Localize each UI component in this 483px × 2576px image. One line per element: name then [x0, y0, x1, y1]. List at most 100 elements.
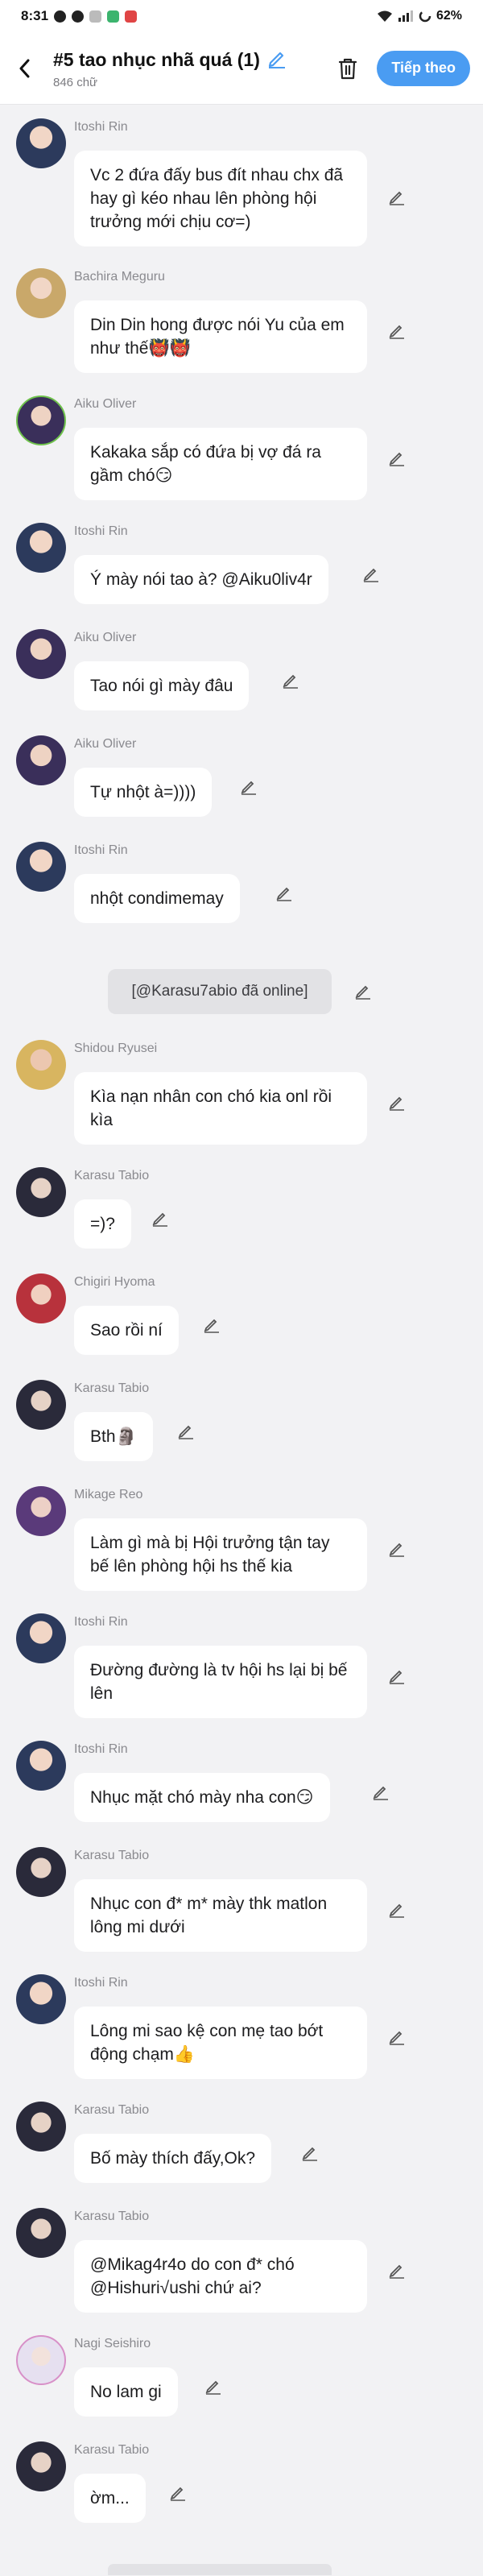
message-item: Aiku Oliver Tự nhột à=))))	[16, 735, 467, 819]
sender-name: Itoshi Rin	[74, 120, 128, 134]
facebook-icon	[72, 10, 85, 23]
edit-title-button[interactable]	[266, 48, 287, 72]
avatar[interactable]	[16, 1274, 66, 1323]
message-item: Itoshi Rin Ý mày nói tao à? @Aiku0liv4r	[16, 523, 467, 607]
title-wrap: #5 tao nhục nhã quá (1) 846 chữ	[53, 48, 287, 89]
avatar[interactable]	[16, 1486, 66, 1536]
signal-icon	[398, 10, 413, 22]
edit-pencil-icon[interactable]	[388, 2261, 406, 2279]
sender-name: Karasu Tabio	[74, 1169, 150, 1182]
edit-pencil-icon[interactable]	[204, 2377, 222, 2395]
avatar[interactable]	[16, 1847, 66, 1897]
system-message-text: [@Karasu7abio đã online]	[108, 969, 332, 1014]
message-bubble: Làm gì mà bị Hội trưởng tận tay bế lên p…	[74, 1518, 367, 1591]
avatar[interactable]	[16, 1040, 66, 1090]
status-bar: 8:31 62%	[0, 0, 483, 32]
edit-pencil-icon[interactable]	[354, 982, 372, 1000]
sender-name: Karasu Tabio	[74, 2443, 150, 2457]
back-arrow-icon	[19, 59, 30, 77]
edit-pencil-icon[interactable]	[388, 1539, 406, 1557]
next-button[interactable]: Tiếp theo	[377, 50, 470, 86]
avatar[interactable]	[16, 2208, 66, 2258]
message-bubble: Sao rồi ní	[74, 1306, 179, 1355]
edit-pencil-icon[interactable]	[282, 671, 299, 689]
avatar[interactable]	[16, 523, 66, 573]
message-bubble: nhột condimemay	[74, 874, 240, 923]
edit-pencil-icon[interactable]	[203, 1315, 221, 1333]
edit-pencil-icon[interactable]	[388, 1667, 406, 1684]
wifi-icon	[377, 10, 392, 22]
message-item: Aiku Oliver Tao nói gì mày đâu	[16, 629, 467, 713]
status-time: 8:31	[21, 8, 49, 23]
avatar[interactable]	[16, 2335, 66, 2385]
message-item: Itoshi Rin Vc 2 đứa đấy bus đít nhau chx…	[16, 118, 467, 246]
message-item: Karasu Tabio =)?	[16, 1167, 467, 1251]
sender-name: Nagi Seishiro	[74, 2337, 151, 2350]
back-button[interactable]	[13, 52, 35, 85]
edit-pencil-icon[interactable]	[388, 1093, 406, 1111]
edit-pencil-icon[interactable]	[177, 1422, 195, 1439]
message-bubble: Lông mi sao kệ con mẹ tao bớt động chạm👍	[74, 2007, 367, 2079]
message-bubble: Ý mày nói tao à? @Aiku0liv4r	[74, 555, 328, 604]
title-row: #5 tao nhục nhã quá (1)	[53, 48, 287, 72]
edit-pencil-icon[interactable]	[388, 449, 406, 466]
avatar[interactable]	[16, 735, 66, 785]
message-item: Itoshi Rin Lông mi sao kệ con mẹ tao bớt…	[16, 1974, 467, 2079]
avatar[interactable]	[16, 2441, 66, 2491]
avatar[interactable]	[16, 1741, 66, 1791]
sender-name: Chigiri Hyoma	[74, 1275, 155, 1289]
edit-pencil-icon[interactable]	[388, 2027, 406, 2045]
avatar[interactable]	[16, 1974, 66, 2024]
edit-pencil-icon[interactable]	[372, 1783, 390, 1800]
edit-pencil-icon[interactable]	[362, 565, 380, 582]
sender-name: Itoshi Rin	[74, 1615, 128, 1629]
edit-pencil-icon[interactable]	[169, 2483, 187, 2501]
edit-pencil-icon[interactable]	[275, 884, 293, 901]
avatar[interactable]	[16, 118, 66, 168]
edit-pencil-icon[interactable]	[301, 2143, 319, 2161]
status-left: 8:31	[21, 8, 138, 24]
message-item: Itoshi Rin Đường đường là tv hội hs lại …	[16, 1613, 467, 1718]
message-item: Karasu Tabio @Mikag4r4o do con đ* chó @H…	[16, 2208, 467, 2313]
edit-pencil-icon[interactable]	[388, 321, 406, 339]
message-bubble: Tự nhột à=))))	[74, 768, 213, 817]
message-bubble: =)?	[74, 1199, 131, 1249]
message-item: Itoshi Rin Nhục mặt chó mày nha con😏	[16, 1741, 467, 1824]
avatar[interactable]	[16, 1167, 66, 1217]
edit-pencil-icon[interactable]	[388, 1900, 406, 1918]
avatar[interactable]	[16, 268, 66, 318]
pencil-icon	[268, 52, 285, 68]
sender-name: Aiku Oliver	[74, 737, 137, 751]
battery-icon	[419, 10, 431, 23]
edit-pencil-icon[interactable]	[388, 188, 406, 205]
sender-name: Itoshi Rin	[74, 1742, 128, 1756]
system-message: [@Karasu7abio đã online]	[0, 969, 483, 1014]
message-bubble: Vc 2 đứa đấy bus đít nhau chx đã hay gì …	[74, 151, 367, 246]
app-icon	[89, 10, 102, 23]
message-bubble: Bth🗿	[74, 1412, 153, 1461]
word-count: 846 chữ	[53, 75, 98, 89]
message-bubble: Kakaka sắp có đứa bị vợ đá ra gầm chó😏	[74, 428, 367, 500]
battery-percent: 62%	[436, 9, 462, 23]
message-item: Shidou Ryusei Kìa nạn nhân con chó kia o…	[16, 1040, 467, 1145]
sender-name: Mikage Reo	[74, 1488, 143, 1501]
message-item: Karasu Tabio Bth🗿	[16, 1380, 467, 1464]
delete-button[interactable]	[332, 52, 364, 85]
sender-name: Aiku Oliver	[74, 397, 137, 411]
sender-name: Shidou Ryusei	[74, 1042, 158, 1055]
avatar[interactable]	[16, 396, 66, 445]
avatar[interactable]	[16, 1613, 66, 1663]
edit-pencil-icon[interactable]	[240, 777, 258, 795]
edit-pencil-icon[interactable]	[151, 1209, 169, 1227]
chat-header: #5 tao nhục nhã quá (1) 846 chữ Tiếp the…	[0, 32, 483, 105]
page-title: #5 tao nhục nhã quá (1)	[53, 48, 260, 70]
avatar[interactable]	[16, 2102, 66, 2151]
avatar[interactable]	[16, 842, 66, 892]
message-item: Chigiri Hyoma Sao rồi ní	[16, 1274, 467, 1357]
sender-name: Aiku Oliver	[74, 631, 137, 644]
message-item: Itoshi Rin nhột condimemay	[16, 842, 467, 926]
avatar[interactable]	[16, 629, 66, 679]
avatar[interactable]	[16, 1380, 66, 1430]
messenger-icon	[54, 10, 67, 23]
sender-name: Itoshi Rin	[74, 524, 128, 538]
